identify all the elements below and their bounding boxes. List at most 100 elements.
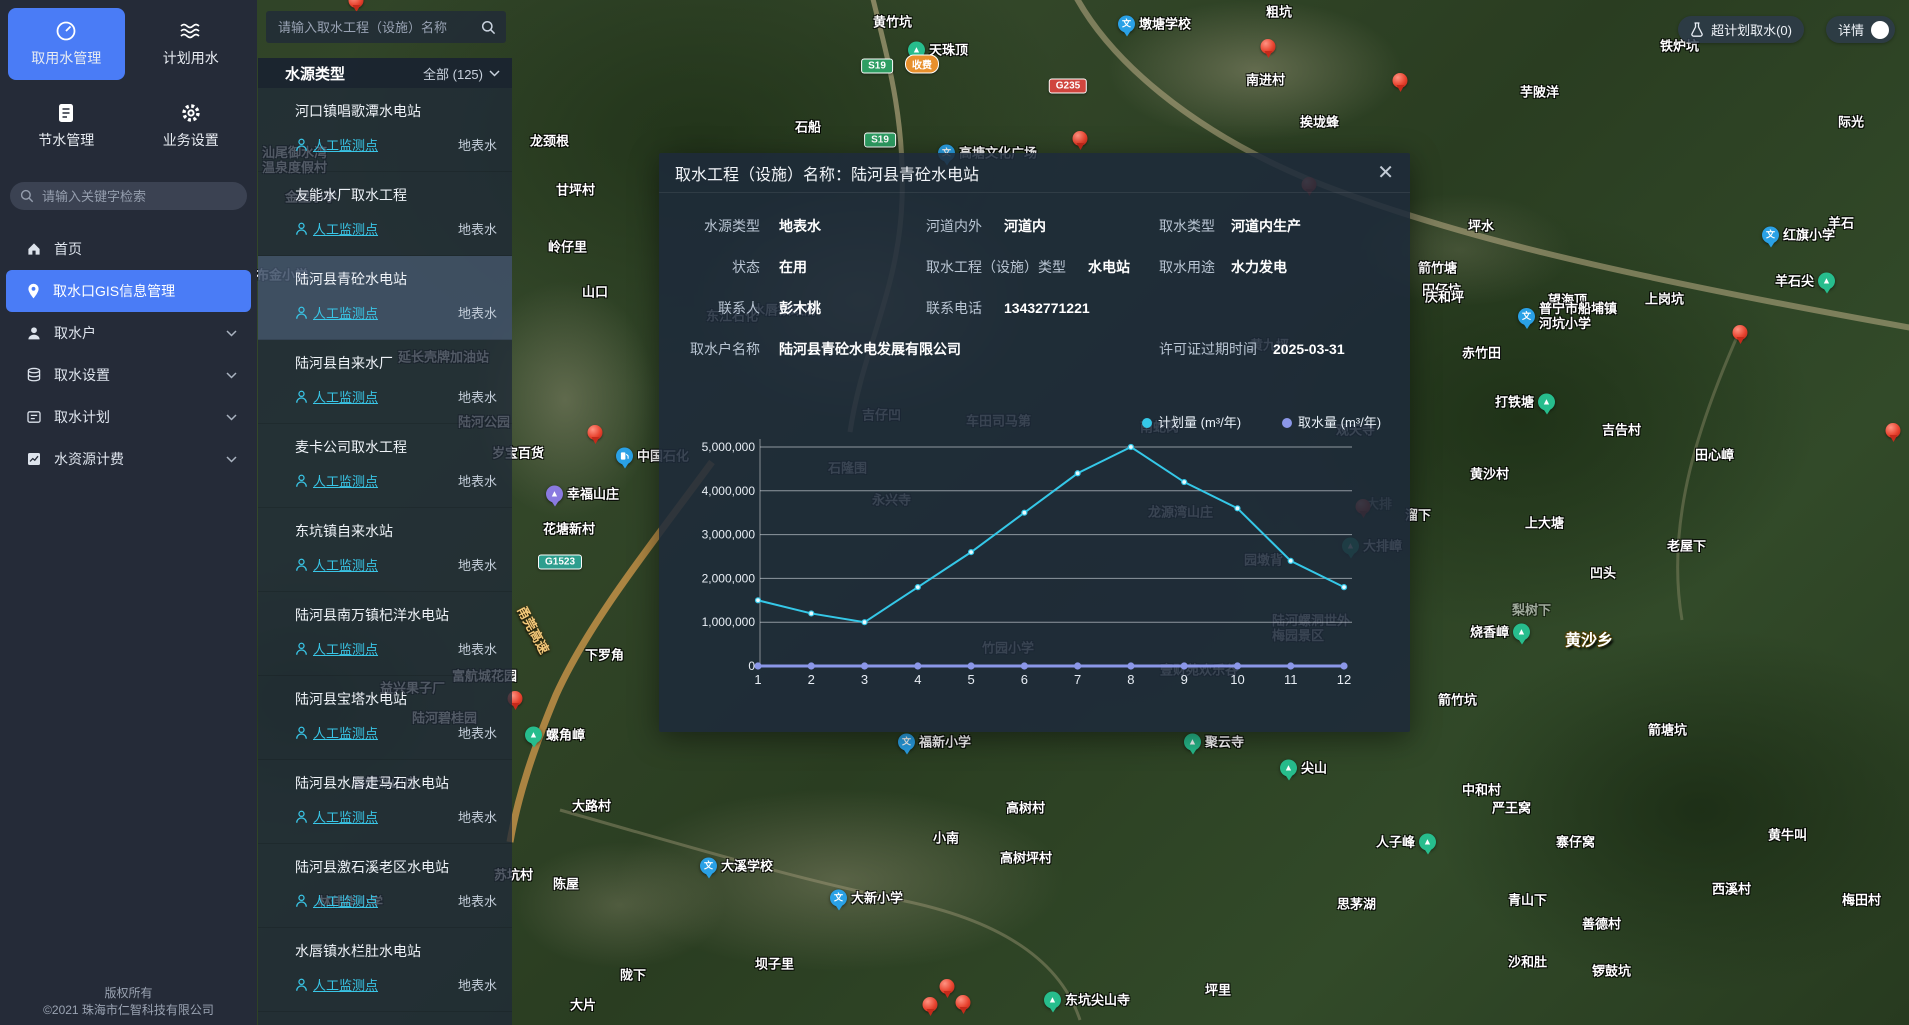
person-icon [295,138,308,152]
map-label: 箭塘坑 [1648,723,1687,738]
app-tile-1[interactable]: 取用水管理 [8,8,125,80]
app-tile-label: 节水管理 [38,130,94,150]
map-pin-icon[interactable] [1733,325,1748,340]
station-name: 陆河县激石溪老区水电站 [295,857,497,877]
svg-text:0: 0 [748,659,755,673]
map-pin-icon[interactable] [1393,73,1408,88]
app-tile-3[interactable]: 节水管理 [8,90,125,162]
school-icon: 文 [700,858,717,875]
detail-toggle[interactable]: 详情 [1826,16,1895,43]
station-list-item[interactable]: 陆河县水唇走马石水电站人工监测点地表水 [258,760,512,844]
manual-monitor-link[interactable]: 人工监测点 [295,303,378,322]
station-list-item[interactable]: 河口镇唱歌潭水电站人工监测点地表水 [258,88,512,172]
app-tile-2[interactable]: 计划用水 [133,8,250,80]
manual-monitor-link[interactable]: 人工监测点 [295,807,378,826]
station-list-item[interactable]: 水唇镇水栏肚水电站人工监测点地表水 [258,928,512,1012]
sidebar-search-input[interactable] [40,188,237,205]
road-badge: S19 [864,133,896,148]
svg-text:10: 10 [1230,672,1244,687]
field-label: 联系电话 [926,298,982,318]
manual-monitor-link[interactable]: 人工监测点 [295,639,378,658]
station-name: 麦卡公司取水工程 [295,437,497,457]
map-label: 芋陂洋 [1520,85,1559,100]
manual-monitor-link[interactable]: 人工监测点 [295,975,378,994]
station-list-item[interactable]: 陆河县宝塔水电站人工监测点地表水 [258,676,512,760]
field-label: 水源类型 [659,216,760,236]
station-list-item[interactable]: 陆河县南万镇杞洋水电站人工监测点地表水 [258,592,512,676]
station-list-item[interactable]: 陆河县激石溪老区水电站人工监测点 地表水 [258,844,512,928]
station-search-box [266,11,506,43]
station-list-item[interactable]: 友能水厂取水工程人工监测点地表水 [258,172,512,256]
map-pin-icon[interactable] [940,979,955,994]
map-pin-icon[interactable] [956,995,971,1010]
station-list-item[interactable]: 东坑镇自来水站人工监测点地表水 [258,508,512,592]
sidebar-item-4[interactable]: 取水设置 [6,354,251,396]
map-label: 文福新小学 [898,734,971,751]
map-label: ▲幸福山庄 [546,486,619,503]
location-pin-icon [26,283,41,299]
over-plan-water-button[interactable]: 超计划取水(0) [1678,16,1804,43]
svg-text:3,000,000: 3,000,000 [702,528,756,542]
map-label: 粗坑 [1266,5,1292,20]
manual-monitor-link[interactable]: 人工监测点 [295,723,378,742]
map-pin-icon[interactable] [923,997,938,1012]
map-label: 文普宁市船埔镇河坑小学 [1518,301,1617,331]
app-tile-4[interactable]: 业务设置 [133,90,250,162]
manual-monitor-link[interactable]: 人工监测点 [295,891,378,910]
manual-monitor-link[interactable]: 人工监测点 [295,219,378,238]
chevron-down-icon [489,70,500,77]
chevron-down-icon [226,372,237,379]
station-name: 陆河县宝塔水电站 [295,689,497,709]
map-label: 中和村 [1462,783,1501,798]
manual-monitor-link[interactable]: 人工监测点 [295,555,378,574]
map-label: 上大塘 [1525,516,1564,531]
app-tile-label: 计划用水 [163,48,219,68]
field-label: 取水用途 [1159,257,1215,277]
mountain-icon: ▲ [1538,394,1555,411]
field-河道内外: 河道内外河道内 [926,205,1159,246]
map-label: 箭竹塘 [1418,261,1457,276]
detail-toggle-label: 详情 [1838,20,1864,39]
field-value: 河道内 [1004,216,1046,236]
map-label: ▲螺角嶂 [525,727,585,744]
station-list-item[interactable]: 麦卡公司取水工程人工监测点地表水 [258,424,512,508]
water-source-type: 地表水 [458,387,497,406]
map-label: 黄沙村 [1470,467,1509,482]
chevron-down-icon [226,330,237,337]
sidebar-item-2[interactable]: 取水口GIS信息管理 [6,270,251,312]
water-source-type: 地表水 [458,891,497,910]
sidebar-item-6[interactable]: 水资源计费 [6,438,251,480]
station-list-item[interactable]: 陆河县青砼水电站人工监测点地表水 [258,256,512,340]
field-value: 在用 [779,257,807,277]
sidebar-item-3[interactable]: 取水户 [6,312,251,354]
manual-monitor-link[interactable]: 人工监测点 [295,135,378,154]
map-label: 羊石尖▲ [1775,273,1835,290]
map-pin-icon[interactable] [1261,39,1276,54]
manual-monitor-link[interactable]: 人工监测点 [295,387,378,406]
map-label: 西溪村 [1712,882,1751,897]
close-icon[interactable]: ✕ [1377,163,1394,183]
map-label: 烧香嶂▲ [1470,624,1530,641]
sidebar-item-5[interactable]: 取水计划 [6,396,251,438]
svg-text:1,000,000: 1,000,000 [702,615,756,629]
mountain-icon: ▲ [1044,992,1061,1009]
station-search-input[interactable] [276,19,473,36]
map-label: 高树坪村 [1000,851,1052,866]
home-icon [26,241,42,257]
sidebar-item-label: 取水计划 [54,407,214,427]
map-pin-icon[interactable] [1073,131,1088,146]
sidebar-item-label: 取水户 [54,323,214,343]
station-list-item[interactable]: 陆河县自来水厂人工监测点地表水 [258,340,512,424]
search-icon[interactable] [481,20,496,35]
modal-header: 取水工程（设施）名称：陆河县青砼水电站 ✕ [659,153,1410,193]
waves-icon [179,20,203,42]
svg-text:1: 1 [754,672,761,687]
map-pin-icon[interactable] [588,425,603,440]
source-type-filter[interactable]: 全部 (125) [423,64,500,83]
manual-monitor-link[interactable]: 人工监测点 [295,471,378,490]
map-label: 文红旗小学 [1762,227,1835,244]
map-label: 际光 [1838,115,1864,130]
water-source-type: 地表水 [458,975,497,994]
map-pin-icon[interactable] [1886,423,1901,438]
sidebar-item-1[interactable]: 首页 [6,228,251,270]
